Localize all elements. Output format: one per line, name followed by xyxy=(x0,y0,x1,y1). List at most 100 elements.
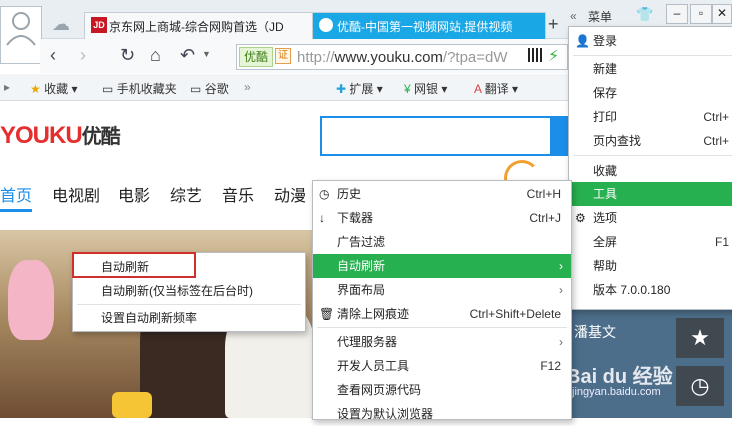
menu-shortcut: Ctrl+ xyxy=(703,110,729,124)
url-text[interactable]: http://www.youku.com/?tpa=dW xyxy=(297,49,543,66)
new-tab-icon[interactable]: + xyxy=(548,14,559,35)
main-menu: 👤 登录 新建 保存 打印 Ctrl+ 页内查找 Ctrl+ 收藏 工具 ⚙ 选项 全屏… xyxy=(568,26,732,310)
menu-label: 收藏 xyxy=(593,164,618,178)
menu-label: 登录 xyxy=(593,34,618,48)
toolbar-label: 网银 xyxy=(414,82,439,96)
menu-item-devtools[interactable]: 开发人员工具 F12 xyxy=(313,354,571,378)
nav-music[interactable]: 音乐 xyxy=(222,182,254,206)
avatar[interactable] xyxy=(0,6,42,64)
back-icon[interactable]: ‹ xyxy=(50,45,56,66)
nav-movie[interactable]: 电影 xyxy=(118,182,150,206)
url-rest: /?tpa=dW xyxy=(442,49,508,66)
menu-item-set-default[interactable]: 设置为默认浏览器 xyxy=(313,402,571,426)
menu-item-tools[interactable]: 工具 xyxy=(569,182,732,206)
menu-shortcut: Ctrl+Shift+Delete xyxy=(469,307,561,321)
address-bar[interactable]: 优酷 证 http://www.youku.com/?tpa=dW xyxy=(236,44,568,70)
menu-item-login[interactable]: 👤 登录 xyxy=(569,29,732,53)
toolbar-label: 扩展 xyxy=(349,82,374,96)
toolbar-translate[interactable]: A 翻译 ▾ xyxy=(474,80,518,97)
menu-item-save[interactable]: 保存 xyxy=(569,81,732,105)
logo-en: YOUKU xyxy=(0,122,83,149)
menu-item-view-source[interactable]: 查看网页源代码 xyxy=(313,378,571,402)
menu-shortcut: Ctrl+J xyxy=(529,211,561,225)
trash-icon: 🗑 xyxy=(319,307,335,321)
menu-label: 打印 xyxy=(593,110,618,124)
nav-anime[interactable]: 动漫 xyxy=(274,182,306,206)
maximize-button[interactable]: ▫ xyxy=(690,4,712,24)
chevron-right-icon: › xyxy=(559,259,563,273)
jd-logo-icon: JD xyxy=(91,17,107,33)
menu-item-proxy[interactable]: 代理服务器 › xyxy=(313,330,571,354)
menu-label: 设置为默认浏览器 xyxy=(337,407,434,421)
home-icon[interactable]: ⌂ xyxy=(150,45,161,66)
menu-item-layout[interactable]: 界面布局 › xyxy=(313,278,571,302)
candle-decor xyxy=(112,392,152,418)
menu-item-autorefresh-frequency[interactable]: 设置自动刷新频率 xyxy=(73,306,305,330)
search-input[interactable] xyxy=(320,116,554,156)
menu-item-version: 版本 7.0.0.180 xyxy=(569,278,732,302)
arrow-right-icon[interactable]: ▸ xyxy=(4,80,10,94)
youku-logo[interactable]: YOUKU优酷 xyxy=(0,120,121,150)
nav-tv[interactable]: 电视剧 xyxy=(52,182,100,206)
menu-item-autorefresh-background[interactable]: 自动刷新(仅当标签在后台时) xyxy=(73,279,305,303)
certificate-icon[interactable]: 证 xyxy=(275,48,291,64)
tab-jd[interactable]: JD 京东网上商城-综合网购首选（JD xyxy=(84,12,314,39)
menu-item-new[interactable]: 新建 xyxy=(569,57,732,81)
tab-title: 优酷-中国第一视频网站,提供视频 xyxy=(337,20,513,34)
forward-icon[interactable]: › xyxy=(80,45,86,66)
separator xyxy=(573,155,732,156)
nav-home[interactable]: 首页 xyxy=(0,182,32,206)
qrcode-icon[interactable] xyxy=(528,48,542,62)
menu-label: 历史 xyxy=(337,187,362,201)
site-tag: 优酷 xyxy=(239,47,274,67)
menu-item-help[interactable]: 帮助 xyxy=(569,254,732,278)
skin-icon[interactable]: 👕 xyxy=(636,6,653,23)
tab-youku[interactable]: 优酷-中国第一视频网站,提供视频 xyxy=(312,12,546,39)
menu-item-find[interactable]: 页内查找 Ctrl+ xyxy=(569,129,732,153)
double-chevron-left-icon[interactable]: « xyxy=(570,9,577,23)
menu-shortcut: Ctrl+H xyxy=(526,187,561,201)
bunny-toy xyxy=(8,260,54,340)
toolbar-label: 翻译 xyxy=(484,82,509,96)
watermark: Bai du 经验 xyxy=(566,366,673,388)
menu-button[interactable]: 菜单 xyxy=(588,8,612,25)
nav-variety[interactable]: 综艺 xyxy=(170,182,202,206)
undo-icon[interactable]: ↶ xyxy=(180,45,195,66)
menu-item-clear-traces[interactable]: 🗑 清除上网痕迹 Ctrl+Shift+Delete xyxy=(313,302,571,326)
menu-item-print[interactable]: 打印 Ctrl+ xyxy=(569,105,732,129)
menu-item-fullscreen[interactable]: 全屏 F1 xyxy=(569,230,732,254)
youku-tab-icon xyxy=(319,18,333,32)
menu-label: 设置自动刷新频率 xyxy=(101,311,198,325)
minimize-button[interactable]: – xyxy=(666,4,688,24)
bookmark-label: 谷歌 xyxy=(204,82,229,96)
toolbar-extensions[interactable]: ✚ 扩展 ▾ xyxy=(336,80,383,97)
menu-item-adblock[interactable]: 广告过滤 xyxy=(313,230,571,254)
double-chevron-right-icon[interactable]: » xyxy=(244,80,251,94)
chevron-right-icon: › xyxy=(559,335,563,349)
menu-item-options[interactable]: ⚙ 选项 xyxy=(569,206,732,230)
star-icon[interactable]: ★ xyxy=(676,318,724,358)
close-button[interactable]: ✕ xyxy=(712,4,732,24)
translate-icon: A xyxy=(474,82,482,96)
menu-item-favorites[interactable]: 收藏 xyxy=(569,159,732,183)
toolbar-bank[interactable]: ¥ 网银 ▾ xyxy=(404,80,447,97)
star-icon: ★ xyxy=(30,82,41,96)
menu-shortcut: Ctrl+ xyxy=(703,134,729,148)
lightning-icon[interactable]: ⚡ xyxy=(548,46,559,66)
cloud-icon[interactable]: ☁ xyxy=(52,14,70,35)
menu-item-downloader[interactable]: ↓ 下载器 Ctrl+J xyxy=(313,206,571,230)
logo-cn: 优酷 xyxy=(81,126,121,148)
menu-shortcut: F1 xyxy=(714,235,729,249)
menu-item-autorefresh[interactable]: 自动刷新 › xyxy=(313,254,571,278)
bookmark-favorites[interactable]: ★ 收藏 ▾ xyxy=(30,80,77,97)
menu-label: 广告过滤 xyxy=(337,235,386,249)
chevron-down-icon[interactable]: ▼ xyxy=(202,49,211,59)
menu-item-history[interactable]: ◷ 历史 Ctrl+H xyxy=(313,182,571,206)
menu-shortcut: F12 xyxy=(540,359,561,373)
refresh-icon[interactable]: ↻ xyxy=(120,45,135,66)
watermark-url: jingyan.baidu.com xyxy=(572,386,661,398)
bookmark-mobile[interactable]: ▭ 手机收藏夹 xyxy=(102,80,177,97)
clock-icon[interactable]: ◷ xyxy=(676,366,724,406)
bookmark-google[interactable]: ▭ 谷歌 xyxy=(190,80,229,97)
page-icon: ▭ xyxy=(190,82,202,96)
